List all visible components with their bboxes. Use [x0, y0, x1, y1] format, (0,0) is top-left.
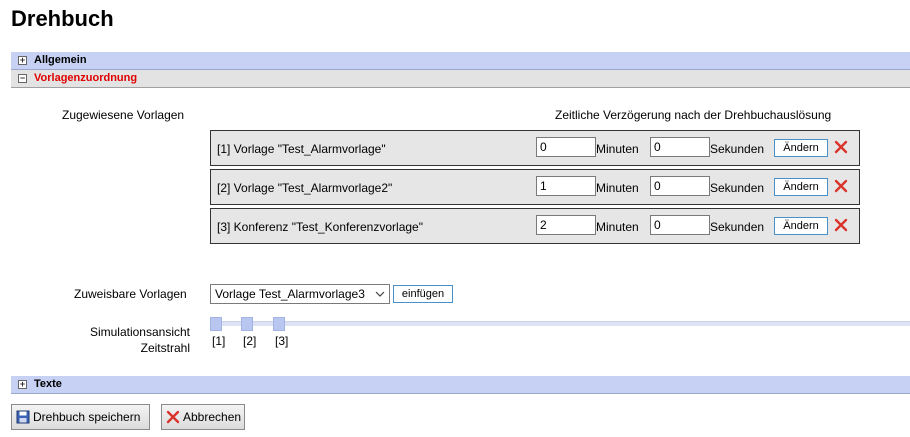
- expand-icon[interactable]: +: [18, 56, 27, 65]
- expand-icon[interactable]: +: [18, 380, 27, 389]
- seconds-unit: Sekunden: [710, 220, 765, 234]
- collapse-icon[interactable]: −: [18, 74, 27, 83]
- assigned-template-row: [3] Konferenz "Test_Konferenzvorlage" Mi…: [210, 208, 860, 244]
- template-select-value[interactable]: Vorlage Test_Alarmvorlage3: [215, 285, 365, 303]
- seconds-input[interactable]: [650, 215, 710, 235]
- cancel-button-label[interactable]: Abbrechen: [183, 405, 241, 429]
- section-texts-header[interactable]: + Texte: [11, 376, 910, 394]
- section-general-header[interactable]: + Allgemein: [11, 52, 910, 70]
- timeline-marker[interactable]: [210, 317, 222, 331]
- change-button[interactable]: Ändern: [774, 217, 828, 235]
- chevron-down-icon[interactable]: [375, 285, 385, 303]
- save-button-label[interactable]: Drehbuch speichern: [33, 405, 140, 429]
- insert-button[interactable]: einfügen: [393, 285, 453, 303]
- template-select[interactable]: Vorlage Test_Alarmvorlage3: [210, 284, 390, 304]
- timeline-marker-label: [2]: [243, 334, 257, 348]
- minutes-unit: Minuten: [596, 142, 639, 156]
- timeline-marker[interactable]: [273, 317, 285, 331]
- change-button[interactable]: Ändern: [774, 178, 828, 196]
- minutes-input[interactable]: [536, 137, 596, 157]
- assigned-templates-label: Zugewiesene Vorlagen: [62, 108, 185, 122]
- delete-icon[interactable]: [834, 218, 848, 232]
- minutes-unit: Minuten: [596, 220, 639, 234]
- timeline-marker-label: [1]: [212, 334, 226, 348]
- minutes-input[interactable]: [536, 176, 596, 196]
- delete-icon[interactable]: [834, 140, 848, 154]
- section-texts-label[interactable]: Texte: [34, 376, 62, 393]
- section-templates-label[interactable]: Vorlagenzuordnung: [34, 70, 137, 87]
- timeline-track: [210, 321, 910, 326]
- assigned-template-row: [1] Vorlage "Test_Alarmvorlage" Minuten …: [210, 130, 860, 166]
- template-name: [2] Vorlage "Test_Alarmvorlage2": [217, 181, 393, 195]
- timeline-label: Zeitstrahl: [140, 341, 190, 355]
- cancel-button[interactable]: Abbrechen: [161, 404, 245, 430]
- delete-icon[interactable]: [834, 179, 848, 193]
- close-icon: [166, 410, 180, 424]
- simulation-label: Simulationsansicht: [89, 325, 190, 339]
- minutes-input[interactable]: [536, 215, 596, 235]
- seconds-input[interactable]: [650, 137, 710, 157]
- timeline-marker[interactable]: [241, 317, 253, 331]
- seconds-input[interactable]: [650, 176, 710, 196]
- seconds-unit: Sekunden: [710, 142, 765, 156]
- floppy-disk-icon: [16, 410, 30, 424]
- section-general-label[interactable]: Allgemein: [34, 52, 87, 69]
- page-title: Drehbuch: [11, 6, 114, 31]
- delay-header: Zeitliche Verzögerung nach der Drehbucha…: [555, 108, 832, 122]
- seconds-unit: Sekunden: [710, 181, 765, 195]
- save-button[interactable]: Drehbuch speichern: [11, 404, 150, 430]
- section-templates-header[interactable]: − Vorlagenzuordnung: [11, 70, 910, 88]
- template-name: [3] Konferenz "Test_Konferenzvorlage": [217, 220, 423, 234]
- template-name: [1] Vorlage "Test_Alarmvorlage": [217, 142, 386, 156]
- minutes-unit: Minuten: [596, 181, 639, 195]
- assignable-templates-label: Zuweisbare Vorlagen: [74, 287, 187, 301]
- change-button[interactable]: Ändern: [774, 139, 828, 157]
- assigned-template-row: [2] Vorlage "Test_Alarmvorlage2" Minuten…: [210, 169, 860, 205]
- timeline-marker-label: [3]: [275, 334, 289, 348]
